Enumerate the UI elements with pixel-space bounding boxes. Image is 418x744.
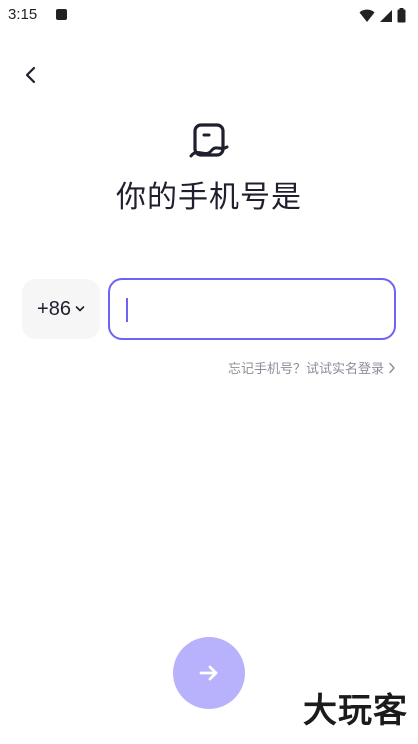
app-logo-icon	[189, 123, 229, 158]
battery-icon	[397, 8, 406, 23]
phone-number-input[interactable]	[124, 294, 378, 326]
status-bar: 3:15	[0, 0, 418, 32]
signal-icon	[380, 9, 392, 22]
country-code-value: +86	[37, 297, 71, 320]
chevron-right-icon	[389, 362, 395, 373]
status-time: 3:15	[8, 6, 38, 23]
forgot-phone-link[interactable]: 忘记手机号？试试实名登录	[228, 358, 396, 377]
arrow-right-icon	[199, 665, 218, 681]
next-button[interactable]	[173, 637, 245, 709]
back-button[interactable]	[14, 58, 48, 92]
country-code-selector[interactable]: +86	[22, 279, 100, 339]
forgot-phone-link-label: 忘记手机号？试试实名登录	[227, 362, 384, 377]
chevron-left-icon	[25, 66, 36, 84]
wifi-icon	[359, 9, 375, 22]
chevron-down-icon	[75, 306, 85, 312]
status-icons	[359, 8, 406, 23]
watermark-logo: 大玩客	[303, 691, 408, 731]
text-caret	[126, 298, 128, 322]
notification-icon	[56, 9, 67, 20]
page-title: 你的手机号是	[116, 180, 302, 215]
phone-input-container[interactable]	[108, 278, 396, 340]
